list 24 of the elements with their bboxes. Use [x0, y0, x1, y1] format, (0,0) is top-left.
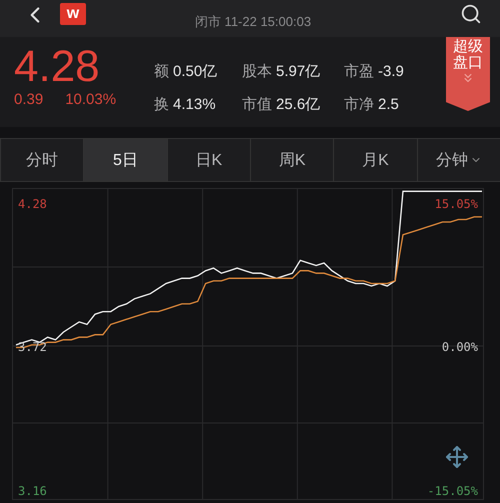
- search-icon[interactable]: [460, 2, 482, 24]
- percent-axis-label: -15.05%: [426, 484, 479, 498]
- chart-tab[interactable]: 5日: [83, 139, 167, 181]
- stat-value: 换 4.13%: [154, 95, 217, 114]
- stat-value: 市盈 -3.9: [344, 62, 405, 81]
- percent-axis-label: 0.00%: [440, 340, 479, 354]
- move-icon[interactable]: [445, 445, 469, 469]
- percent-axis-label: 15.05%: [434, 197, 479, 212]
- chart-tab[interactable]: 分钟: [416, 139, 500, 181]
- price-axis-label: 3.16: [17, 484, 48, 498]
- app-logo: w: [60, 2, 86, 24]
- price-change: 0.39: [14, 91, 44, 108]
- chart-tab[interactable]: 日K: [166, 139, 250, 181]
- stat-value: 市值 25.6亿: [242, 95, 322, 114]
- chart-tab[interactable]: 月K: [333, 139, 417, 181]
- change-percent: 10.03%: [65, 91, 116, 108]
- stat-value: 市净 2.5: [344, 95, 400, 114]
- price-axis-label: 4.28: [17, 197, 48, 212]
- super-panel-button[interactable]: 超级盘口: [446, 37, 490, 111]
- stat-value: 股本 5.97亿: [242, 62, 322, 81]
- stock-price: 4.28: [14, 43, 101, 91]
- market-status: 闭市 11-22 15:00:03: [194, 12, 312, 30]
- stat-value: 额 0.50亿: [154, 62, 218, 81]
- chart-tab[interactable]: 周K: [250, 139, 334, 181]
